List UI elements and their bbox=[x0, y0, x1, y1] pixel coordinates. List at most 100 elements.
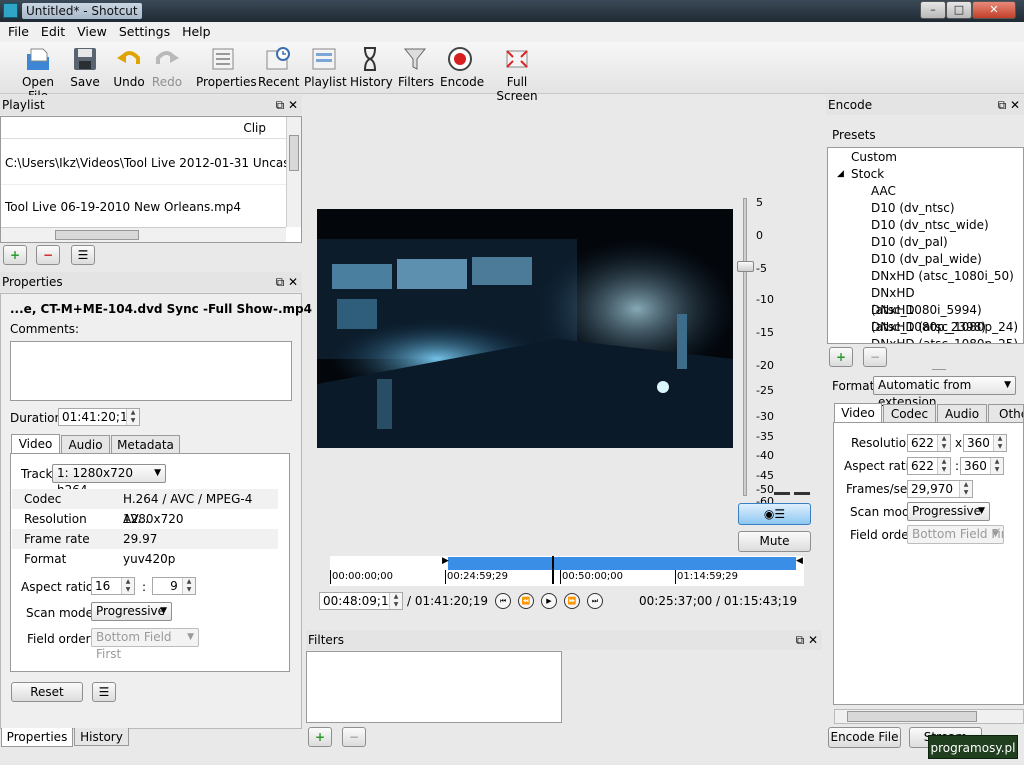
menu-view[interactable]: View bbox=[71, 22, 113, 42]
skip-to-start-button[interactable]: ⏮ bbox=[495, 593, 511, 609]
recent-button[interactable]: Recent bbox=[258, 46, 299, 89]
rewind-button[interactable]: ⏪ bbox=[518, 593, 534, 609]
comments-textarea[interactable] bbox=[10, 341, 292, 401]
properties-menu-button[interactable]: ☰ bbox=[92, 682, 116, 702]
full-screen-button[interactable]: Full Screen bbox=[488, 46, 546, 103]
playlist-button[interactable]: Playlist bbox=[304, 46, 347, 89]
tab-history-bottom[interactable]: History bbox=[74, 728, 129, 746]
scroll-thumb[interactable] bbox=[289, 135, 299, 171]
scrubber[interactable]: ▶ ◀ 00:00:00;00 00:24:59;29 00:50:00;00 01:… bbox=[330, 556, 804, 586]
filters-button[interactable]: Filters bbox=[398, 46, 434, 89]
panel-float-close-icon[interactable]: ⧉ ✕ bbox=[276, 95, 298, 115]
encode-button[interactable]: Encode bbox=[440, 46, 484, 89]
playlist-item[interactable]: Tool Live 06-19-2010 New Orleans.mp4 bbox=[1, 185, 286, 229]
spinner-arrows-icon[interactable]: ▲ ▼ bbox=[121, 578, 134, 594]
spinner-arrows-icon[interactable]: ▲ ▼ bbox=[937, 458, 950, 474]
preset-item[interactable]: DNxHD (atsc_1080i_5994) bbox=[871, 285, 1023, 317]
spinner-arrows-icon[interactable]: ▲ ▼ bbox=[959, 481, 972, 497]
scan-mode-select[interactable]: Progressive ▼ bbox=[91, 602, 172, 621]
redo-button[interactable]: Redo bbox=[150, 46, 184, 89]
maximize-button[interactable]: □ bbox=[946, 1, 972, 19]
spinner-arrows-icon[interactable]: ▲ ▼ bbox=[937, 435, 950, 451]
minimize-button[interactable]: – bbox=[920, 1, 946, 19]
preset-item[interactable]: D10 (dv_ntsc_wide) bbox=[871, 217, 989, 234]
tab-properties-bottom[interactable]: Properties bbox=[1, 728, 73, 747]
playlist-vscrollbar[interactable] bbox=[286, 117, 301, 227]
fps-field[interactable]: 29,970 ▲ ▼ bbox=[907, 480, 973, 498]
preset-remove-button[interactable]: − bbox=[863, 347, 887, 367]
tab-audio[interactable]: Audio bbox=[61, 435, 110, 454]
preset-item[interactable]: Custom bbox=[851, 149, 897, 166]
playlist-item[interactable]: C:\Users\Ikz\Videos\Tool Live 2012-01-31… bbox=[1, 141, 286, 185]
preset-item[interactable]: D10 (dv_pal_wide) bbox=[871, 251, 982, 268]
properties-button[interactable]: Properties bbox=[196, 46, 257, 89]
res-width-field[interactable]: 622 ▲ ▼ bbox=[907, 434, 951, 452]
out-point-marker-icon[interactable]: ◀ bbox=[796, 556, 803, 566]
presets-tree[interactable]: Custom Stock ◢ AAC D10 (dv_ntsc) D10 (dv_ntsc… bbox=[827, 147, 1024, 344]
position-field[interactable]: 00:48:09;16 ▲ ▼ bbox=[319, 592, 403, 610]
scroll-thumb[interactable] bbox=[55, 230, 139, 240]
menu-help[interactable]: Help bbox=[176, 22, 217, 42]
preset-item[interactable]: D10 (dv_ntsc) bbox=[871, 200, 955, 217]
encode-file-button[interactable]: Encode File bbox=[828, 727, 901, 748]
menu-file[interactable]: File bbox=[2, 22, 35, 42]
playlist-hscrollbar[interactable] bbox=[1, 227, 286, 242]
encode-field-select[interactable]: Bottom Field Fir ▼ bbox=[907, 525, 1004, 544]
field-order-select[interactable]: Bottom Field First ▼ bbox=[91, 628, 199, 661]
preset-group-stock[interactable]: Stock bbox=[851, 166, 884, 183]
preset-item[interactable]: AAC bbox=[871, 183, 896, 200]
aspect-width-field[interactable]: 16 ▲ ▼ bbox=[91, 577, 135, 595]
preset-item[interactable]: DNxHD (atsc_1080p_25) bbox=[871, 336, 1018, 343]
reset-button[interactable]: Reset bbox=[11, 682, 83, 702]
panel-float-close-icon[interactable]: ⧉ ✕ bbox=[998, 95, 1020, 115]
expand-arrow-icon[interactable]: ◢ bbox=[837, 166, 844, 183]
preset-item[interactable]: D10 (dv_pal) bbox=[871, 234, 948, 251]
undo-button[interactable]: Undo bbox=[112, 46, 146, 89]
playlist-remove-button[interactable]: − bbox=[36, 245, 60, 265]
fast-forward-button[interactable]: ⏩ bbox=[564, 593, 580, 609]
preset-item[interactable]: DNxHD (atsc_1080p_24) bbox=[871, 319, 1018, 336]
duration-field[interactable]: 01:41:20;19 ▲ ▼ bbox=[58, 408, 140, 426]
video-preview[interactable] bbox=[317, 209, 733, 448]
encode-aspect-height-field[interactable]: 360 ▲ ▼ bbox=[960, 457, 1004, 475]
filter-remove-button[interactable]: − bbox=[342, 727, 366, 747]
tab-video[interactable]: Video bbox=[11, 434, 60, 454]
play-button[interactable]: ▶ bbox=[541, 593, 557, 609]
scroll-thumb[interactable] bbox=[847, 711, 977, 722]
menu-edit[interactable]: Edit bbox=[35, 22, 71, 42]
encode-tab-audio[interactable]: Audio bbox=[937, 404, 987, 423]
splitter-handle[interactable] bbox=[932, 369, 946, 370]
playlist-add-button[interactable]: + bbox=[3, 245, 27, 265]
spinner-arrows-icon[interactable]: ▲ ▼ bbox=[990, 458, 1003, 474]
aspect-height-field[interactable]: 9 ▲ ▼ bbox=[152, 577, 196, 595]
mute-button[interactable]: Mute bbox=[738, 531, 811, 552]
menu-settings[interactable]: Settings bbox=[113, 22, 176, 42]
audio-toggle-button[interactable]: ◉☰ bbox=[738, 503, 811, 525]
spinner-arrows-icon[interactable]: ▲ ▼ bbox=[993, 435, 1006, 451]
filters-list[interactable] bbox=[306, 651, 562, 723]
save-button[interactable]: Save bbox=[68, 46, 102, 89]
panel-float-close-icon[interactable]: ⧉ ✕ bbox=[276, 272, 298, 292]
encode-tab-other[interactable]: Other bbox=[988, 404, 1024, 423]
panel-float-close-icon[interactable]: ⧉ ✕ bbox=[796, 630, 818, 650]
playlist-column-header[interactable]: Clip bbox=[1, 117, 286, 139]
spinner-arrows-icon[interactable]: ▲ ▼ bbox=[389, 593, 402, 609]
history-button[interactable]: History bbox=[350, 46, 393, 89]
volume-slider-track[interactable] bbox=[743, 198, 747, 496]
in-point-marker-icon[interactable]: ▶ bbox=[442, 556, 449, 566]
spinner-arrows-icon[interactable]: ▲ ▼ bbox=[182, 578, 195, 594]
preset-item[interactable]: DNxHD (atsc_1080p_2398) bbox=[871, 302, 1023, 334]
encode-tab-codec[interactable]: Codec bbox=[883, 404, 936, 423]
encode-tab-video[interactable]: Video bbox=[834, 403, 882, 423]
encode-hscrollbar[interactable] bbox=[834, 709, 1024, 724]
encode-aspect-width-field[interactable]: 622 ▲ ▼ bbox=[907, 457, 951, 475]
encode-scan-select[interactable]: Progressive ▼ bbox=[907, 502, 990, 521]
spinner-arrows-icon[interactable]: ▲ ▼ bbox=[126, 409, 139, 425]
format-select[interactable]: Automatic from extension ▼ bbox=[873, 376, 1016, 409]
tab-metadata[interactable]: Metadata bbox=[111, 435, 180, 454]
skip-to-end-button[interactable]: ⏭ bbox=[587, 593, 603, 609]
close-button[interactable]: ✕ bbox=[972, 1, 1016, 19]
playlist-list[interactable]: Clip C:\Users\Ikz\Videos\Tool Live 2012-… bbox=[0, 116, 302, 243]
filter-add-button[interactable]: + bbox=[308, 727, 332, 747]
preset-add-button[interactable]: + bbox=[829, 347, 853, 367]
